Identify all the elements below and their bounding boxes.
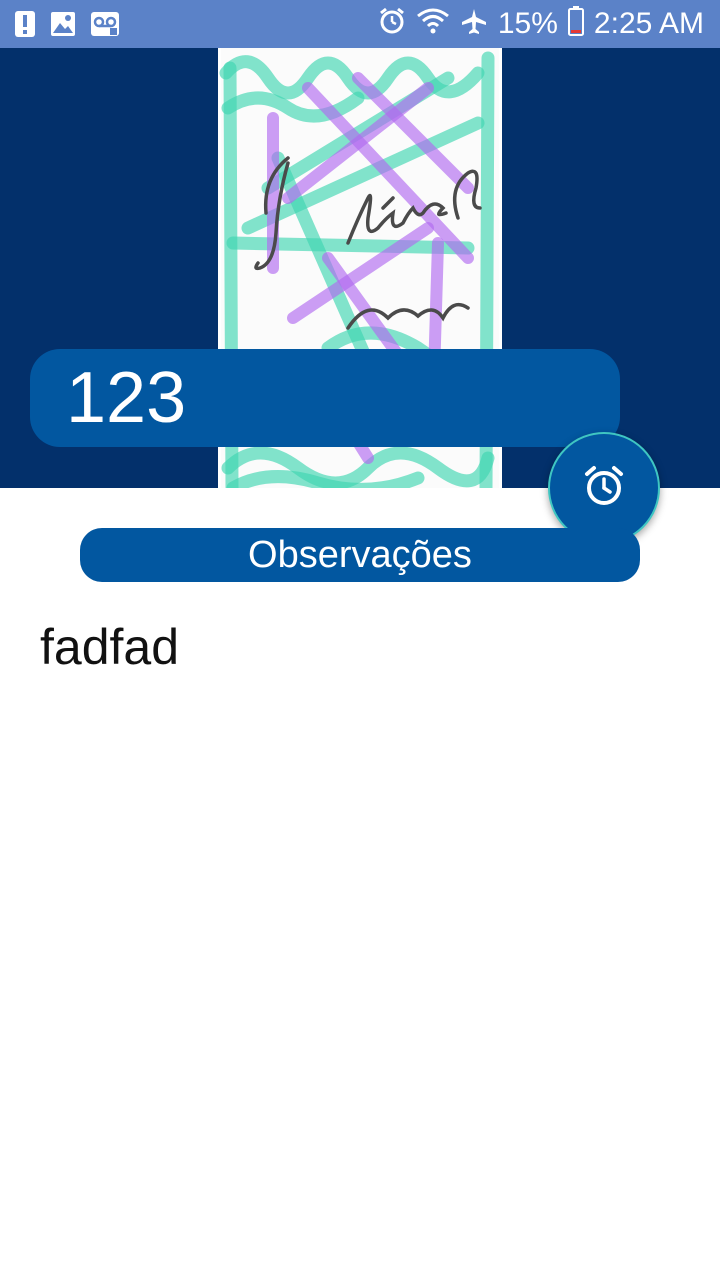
observations-header: Observações [80, 528, 640, 582]
voicemail-icon [90, 11, 120, 42]
status-bar: 15% 2:25 AM [0, 0, 720, 48]
status-bar-left-icons [14, 10, 120, 43]
alert-icon [14, 10, 36, 43]
note-title: 123 [66, 358, 187, 438]
observations-text[interactable]: fadfad [40, 618, 179, 676]
wifi-icon [416, 7, 450, 40]
airplane-icon [460, 7, 488, 40]
image-icon [50, 11, 76, 42]
battery-icon [567, 6, 584, 41]
clock: 2:25 AM [593, 6, 704, 40]
battery-percent: 15% [497, 6, 558, 40]
alarm-icon [378, 7, 406, 40]
observations-label: Observações [248, 533, 472, 576]
alarm-clock-icon [582, 464, 626, 513]
status-bar-right: 15% 2:25 AM [378, 6, 704, 41]
title-pill[interactable]: 123 [30, 349, 620, 447]
